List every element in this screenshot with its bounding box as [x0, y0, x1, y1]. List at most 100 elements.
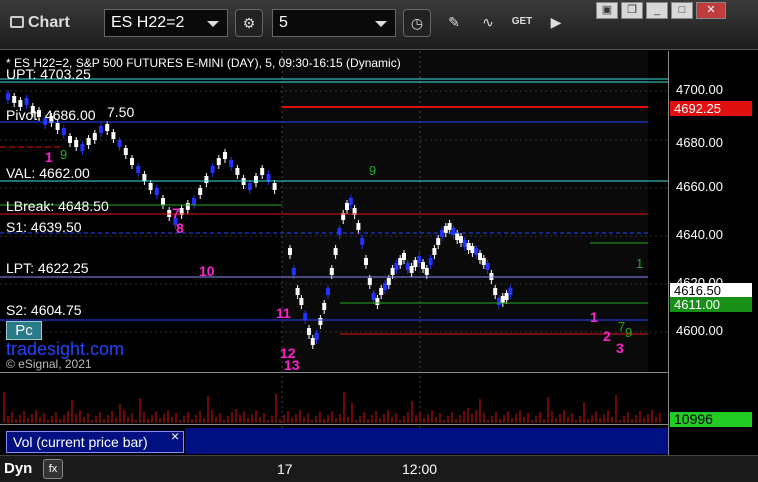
annotation-magenta: 13 [284, 357, 300, 373]
candle-body [198, 188, 203, 195]
upt-label: UPT: 4703.25 [6, 66, 91, 82]
settings-button[interactable]: ⚙ [235, 9, 263, 37]
volume-divider [0, 372, 668, 373]
chart-window-icon [10, 16, 24, 28]
candle-body [348, 198, 353, 205]
candle-body [356, 223, 361, 230]
draw-button[interactable]: ✎ [440, 9, 468, 37]
candle-body [466, 243, 471, 250]
annotation-green: 1 [636, 256, 644, 271]
candle-body [123, 148, 128, 155]
candle-body [299, 298, 304, 305]
clock-button[interactable]: ◷ [403, 9, 431, 37]
pivot-label: Pivot: 4686.00 [6, 107, 96, 123]
candle-body [154, 188, 159, 195]
candle-body [310, 338, 315, 345]
candle-body [451, 228, 456, 235]
candle-body [337, 228, 342, 235]
chart-area[interactable]: * ES H22=2, S&P 500 FUTURES E-MINI (DAY)… [0, 51, 758, 455]
volume-value-box: 10996 [670, 412, 752, 427]
candle-body [386, 278, 391, 285]
annotation-green: 9 [369, 163, 377, 178]
candle-body [455, 233, 460, 240]
chevron-down-icon[interactable] [207, 21, 219, 27]
candle-body [229, 160, 234, 167]
annotation-magenta: 10 [199, 263, 215, 279]
candle-body [424, 268, 429, 275]
annotation-magenta: 11 [276, 305, 291, 321]
candle-body [12, 96, 17, 103]
candle-body [303, 313, 308, 320]
annotation-green: 9 [625, 325, 633, 340]
candle-body [459, 236, 463, 243]
candle-body [18, 100, 23, 107]
volume-legend[interactable]: Vol (current price bar) [6, 431, 184, 453]
pc-button[interactable]: Pc [6, 321, 42, 340]
candle-body [402, 253, 406, 260]
candle-body [74, 140, 79, 147]
candle-body [99, 126, 103, 133]
candle-body [130, 158, 134, 165]
link-window-button[interactable]: ▣ [596, 2, 618, 19]
candle-body [409, 266, 414, 273]
volume-panel-fill [185, 428, 668, 454]
statusbar: Dyn fx 17 12:00 [0, 455, 758, 482]
symbol-combo[interactable]: ES H22=2 [104, 9, 228, 37]
candle-body [367, 278, 372, 285]
candle-body [326, 288, 330, 295]
candle-body [204, 176, 209, 183]
candle-body [478, 253, 482, 260]
s1-label: S1: 4639.50 [6, 219, 82, 235]
get-button[interactable]: GET [508, 9, 536, 37]
lpt-label: LPT: 4622.25 [6, 260, 89, 276]
candle-body [508, 288, 513, 295]
candle-body [485, 263, 490, 270]
studies-icon: ∿ [482, 14, 494, 30]
get-button-icon: GET [511, 16, 533, 27]
candle-body [345, 203, 349, 210]
candle-body [432, 248, 437, 255]
lbreak-label: LBreak: 4648.50 [6, 198, 109, 214]
price-axis-divider [668, 51, 669, 455]
candle-body [92, 133, 97, 140]
candle-body [314, 333, 319, 340]
candle-body [6, 93, 10, 100]
annotation-magenta: 1 [590, 309, 598, 325]
minimize-button[interactable]: _ [646, 2, 668, 19]
minimize-icon: _ [653, 4, 661, 16]
chevron-down-icon[interactable] [375, 21, 387, 27]
candle-body [55, 123, 60, 130]
price-tick: 4700.00 [676, 82, 723, 97]
candle-body [24, 98, 29, 105]
close-button[interactable]: ✕ [696, 2, 726, 19]
interval-combo[interactable]: 5 [272, 9, 396, 37]
restore-window-button[interactable]: ❐ [621, 2, 643, 19]
candle-body [111, 132, 116, 139]
volume-close-icon[interactable]: × [171, 428, 179, 444]
candle-body [223, 152, 227, 159]
annotation-green: 9 [60, 147, 68, 162]
filter-icon[interactable]: fx [43, 459, 63, 479]
candle-body [447, 223, 452, 230]
price-tick: 4680.00 [676, 135, 723, 150]
studies-button[interactable]: ∿ [474, 9, 502, 37]
red-level-box: 4692.25 [670, 101, 752, 116]
candle-body [272, 183, 277, 190]
price-tick: 4660.00 [676, 179, 723, 194]
time-tick: 12:00 [402, 461, 438, 477]
volume-bars [3, 392, 661, 423]
candle-body [383, 283, 387, 290]
candle-body [288, 248, 292, 255]
play-button[interactable]: ▶ [542, 9, 570, 37]
candle-body [254, 176, 258, 183]
candle-body [61, 128, 66, 135]
candle-body [462, 240, 467, 247]
interval-value: 5 [279, 14, 288, 31]
candle-body [417, 256, 422, 263]
candle-body [375, 298, 380, 305]
maximize-button[interactable]: □ [671, 2, 693, 19]
annotation-magenta: 7 [172, 205, 180, 221]
candle-body [291, 268, 296, 275]
dyn-label: Dyn [4, 460, 33, 477]
candle-body [364, 258, 368, 265]
